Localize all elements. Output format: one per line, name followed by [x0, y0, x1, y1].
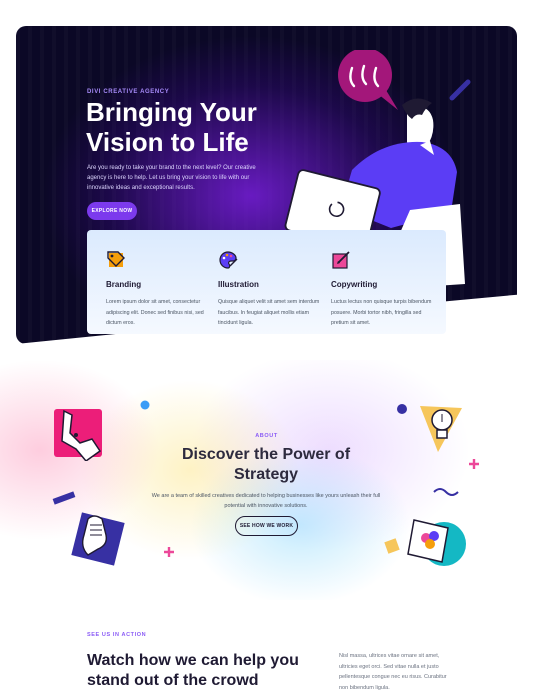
feature-text: Lorem ipsum dolor sit amet, consectetur … [106, 299, 204, 326]
edit-pen-icon [332, 251, 350, 269]
about-eyebrow: ABOUT [255, 433, 278, 439]
color-swatch-book-icon [384, 519, 466, 566]
about-title: Discover the Power of Strategy [181, 446, 351, 483]
hero-eyebrow: DIVI CREATIVE AGENCY [87, 89, 170, 95]
plus-icon [469, 459, 479, 469]
services-card: Branding Lorem ipsum dolor sit amet, con… [87, 230, 446, 334]
feature-title: Copywriting [331, 280, 378, 289]
purple-bar-icon [52, 491, 76, 505]
fist-hand-icon [71, 512, 125, 566]
hero-description: Are you ready to take your brand to the … [87, 165, 256, 191]
branding-tag-icon [107, 251, 125, 267]
wave-icon [433, 488, 459, 496]
action-eyebrow: SEE US IN ACTION [87, 632, 147, 638]
feature-text: Quisque aliquet velit sit amet sem inter… [218, 299, 320, 326]
feature-title: Branding [106, 280, 142, 289]
about-description: We are a team of skilled creatives dedic… [151, 493, 381, 509]
action-text: Nisl massa, ultrices vitae ornare sit am… [339, 653, 447, 691]
action-title: Watch how we can help you stand out of t… [87, 652, 299, 689]
blue-dot-icon [140, 400, 150, 410]
speech-bubble-icon [338, 50, 398, 110]
palette-icon [219, 251, 238, 269]
explore-now-button[interactable]: EXPLORE NOW [87, 202, 137, 220]
navy-dot-icon [397, 404, 407, 414]
lightbulb-icon [420, 406, 462, 452]
plus-icon [164, 547, 174, 557]
see-how-we-work-button[interactable]: SEE HOW WE WORK [235, 516, 298, 536]
feature-text: Luctus lectus non quisque turpis bibendu… [331, 299, 432, 326]
feature-title: Illustration [218, 280, 259, 289]
